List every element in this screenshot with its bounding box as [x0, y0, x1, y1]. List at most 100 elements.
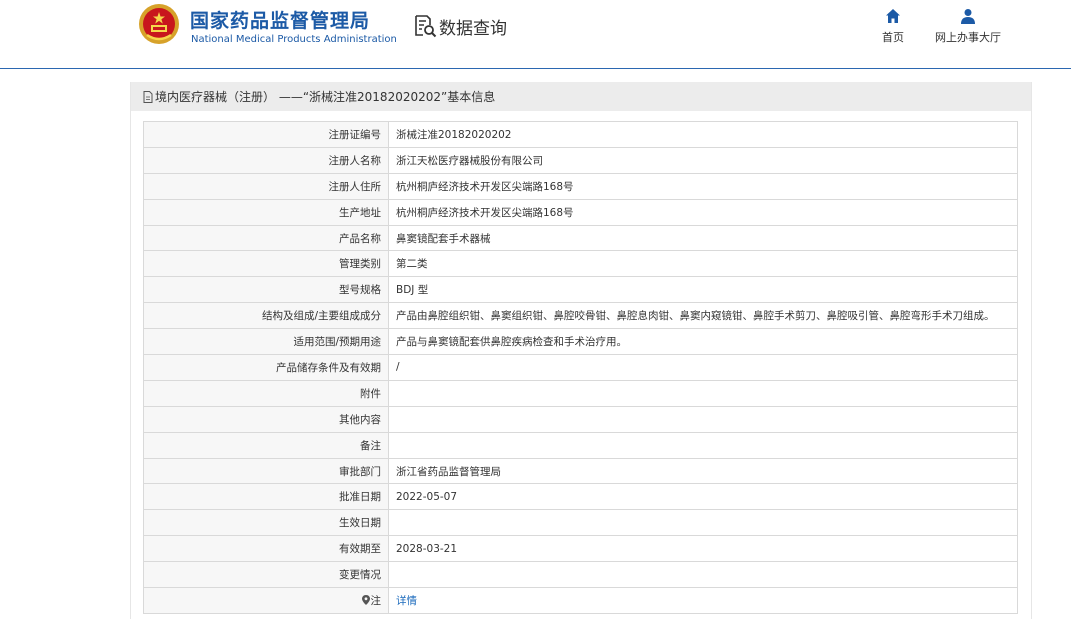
map-pin-icon — [361, 594, 370, 605]
field-value: 2022-05-07 — [388, 483, 1018, 511]
field-label: 注 — [143, 587, 389, 614]
field-value-text: 2028-03-21 — [396, 542, 458, 555]
table-row: 产品储存条件及有效期 / — [143, 354, 1018, 381]
field-value-text: 浙械注准20182020202 — [396, 128, 512, 141]
field-label: 产品储存条件及有效期 — [143, 354, 389, 381]
user-icon — [961, 9, 975, 24]
field-label-text: 审批部门 — [339, 465, 381, 478]
field-label-text: 产品名称 — [339, 232, 381, 245]
nav-home[interactable]: 首页 — [877, 8, 909, 45]
field-value-text: 鼻窦镜配套手术器械 — [396, 232, 491, 245]
table-row: 注册人住所 杭州桐庐经济技术开发区尖端路168号 — [143, 172, 1018, 200]
field-value: 杭州桐庐经济技术开发区尖端路168号 — [388, 172, 1018, 200]
field-label-text: 注册证编号 — [328, 128, 382, 141]
field-value: 第二类 — [388, 250, 1018, 278]
site-title-en[interactable]: National Medical Products Administration — [191, 34, 397, 45]
field-label-text: 备注 — [360, 439, 381, 452]
table-row: 其他内容 — [143, 405, 1018, 433]
field-label-text: 变更情况 — [339, 569, 381, 582]
table-row: 批准日期 2022-05-07 — [143, 483, 1018, 511]
table-row: 产品名称 鼻窦镜配套手术器械 — [143, 224, 1018, 252]
table-row: 变更情况 — [143, 561, 1018, 589]
panel-title: 境内医疗器械（注册） ——“浙械注准20182020202”基本信息 — [155, 90, 496, 104]
header-divider — [0, 68, 1071, 69]
field-value: 杭州桐庐经济技术开发区尖端路168号 — [388, 198, 1018, 226]
field-label-text: 适用范围/预期用途 — [293, 336, 381, 349]
table-row: 管理类别 第二类 — [143, 250, 1018, 278]
field-label: 批准日期 — [143, 483, 389, 511]
field-label: 型号规格 — [143, 276, 389, 304]
national-emblem-icon[interactable] — [138, 3, 180, 45]
field-value — [388, 431, 1018, 459]
field-label: 注册人名称 — [143, 146, 389, 174]
field-label: 备注 — [143, 431, 389, 459]
detail-panel: 境内医疗器械（注册） ——“浙械注准20182020202”基本信息 注册证编号… — [130, 82, 1032, 619]
field-label-text: 注册人住所 — [328, 180, 382, 193]
field-value: 产品与鼻窦镜配套供鼻腔疾病检查和手术治疗用。 — [388, 328, 1018, 356]
field-label-text: 型号规格 — [339, 284, 381, 297]
field-value — [388, 405, 1018, 433]
field-label: 产品名称 — [143, 224, 389, 252]
field-value: 鼻窦镜配套手术器械 — [388, 224, 1018, 252]
field-value-text: 浙江天松医疗器械股份有限公司 — [396, 154, 543, 167]
table-row: 型号规格 BDJ 型 — [143, 276, 1018, 304]
field-value — [388, 561, 1018, 589]
field-label-text: 其他内容 — [339, 413, 381, 426]
field-label: 管理类别 — [143, 250, 389, 278]
field-label: 适用范围/预期用途 — [143, 328, 389, 356]
field-label: 注册证编号 — [143, 121, 389, 148]
nav-online-hall-label: 网上办事大厅 — [935, 31, 1001, 44]
field-value: 产品由鼻腔组织钳、鼻窦组织钳、鼻腔咬骨钳、鼻腔息肉钳、鼻窦内窥镜钳、鼻腔手术剪刀… — [388, 302, 1018, 330]
table-row: 生产地址 杭州桐庐经济技术开发区尖端路168号 — [143, 198, 1018, 226]
table-row: 生效日期 — [143, 509, 1018, 537]
field-label: 生产地址 — [143, 198, 389, 226]
document-icon — [143, 90, 153, 103]
site-header: 国家药品监督管理局 National Medical Products Admi… — [0, 0, 1071, 68]
field-value: 浙江省药品监督管理局 — [388, 457, 1018, 485]
field-value-text: 第二类 — [396, 258, 428, 271]
field-label-text: 注册人名称 — [328, 154, 382, 167]
field-value: 2028-03-21 — [388, 535, 1018, 563]
field-label: 其他内容 — [143, 405, 389, 433]
site-title-cn[interactable]: 国家药品监督管理局 — [190, 6, 370, 33]
table-row: 注 详情 — [143, 587, 1018, 614]
registration-info-table: 注册证编号 浙械注准20182020202 注册人名称 浙江天松医疗器械股份有限公司注… — [143, 121, 1018, 614]
field-value-text: BDJ 型 — [396, 284, 429, 297]
data-query-button[interactable]: 数据查询 — [413, 13, 507, 39]
nav-home-label: 首页 — [882, 31, 904, 44]
field-label: 注册人住所 — [143, 172, 389, 200]
field-value: 浙江天松医疗器械股份有限公司 — [388, 146, 1018, 174]
field-value-text: 2022-05-07 — [396, 490, 458, 503]
field-value: 详情 — [388, 587, 1018, 614]
nav-online-hall[interactable]: 网上办事大厅 — [930, 8, 1006, 45]
table-row: 审批部门 浙江省药品监督管理局 — [143, 457, 1018, 485]
table-row: 附件 — [143, 379, 1018, 407]
field-label: 有效期至 — [143, 535, 389, 563]
table-row: 结构及组成/主要组成成分 产品由鼻腔组织钳、鼻窦组织钳、鼻腔咬骨钳、鼻腔息肉钳、鼻… — [143, 302, 1018, 330]
field-label: 生效日期 — [143, 509, 389, 537]
table-row: 有效期至 2028-03-21 — [143, 535, 1018, 563]
field-value — [388, 509, 1018, 537]
field-label-text: 注 — [370, 594, 382, 607]
field-label: 附件 — [143, 379, 389, 407]
field-label-text: 生效日期 — [339, 517, 381, 530]
field-label-text: 批准日期 — [339, 491, 381, 504]
table-row: 适用范围/预期用途 产品与鼻窦镜配套供鼻腔疾病检查和手术治疗用。 — [143, 328, 1018, 356]
document-search-icon — [415, 15, 437, 38]
field-label-text: 生产地址 — [339, 206, 381, 219]
field-label: 结构及组成/主要组成成分 — [143, 302, 389, 330]
field-label-text: 结构及组成/主要组成成分 — [261, 310, 381, 323]
field-label: 审批部门 — [143, 457, 389, 485]
panel-header: 境内医疗器械（注册） ——“浙械注准20182020202”基本信息 — [131, 82, 1031, 111]
table-row: 备注 — [143, 431, 1018, 459]
field-label-text: 附件 — [360, 387, 381, 400]
table-row: 注册人名称 浙江天松医疗器械股份有限公司 — [143, 146, 1018, 174]
field-label-text: 管理类别 — [339, 258, 381, 271]
field-value-text: 产品由鼻腔组织钳、鼻窦组织钳、鼻腔咬骨钳、鼻腔息肉钳、鼻窦内窥镜钳、鼻腔手术剪刀… — [396, 310, 995, 323]
field-value-text: / — [396, 361, 400, 374]
field-value: BDJ 型 — [388, 276, 1018, 304]
field-value: 浙械注准20182020202 — [388, 121, 1018, 148]
field-label-text: 有效期至 — [339, 543, 381, 556]
field-value-text: 杭州桐庐经济技术开发区尖端路168号 — [396, 180, 574, 193]
details-link[interactable]: 详情 — [396, 595, 417, 607]
